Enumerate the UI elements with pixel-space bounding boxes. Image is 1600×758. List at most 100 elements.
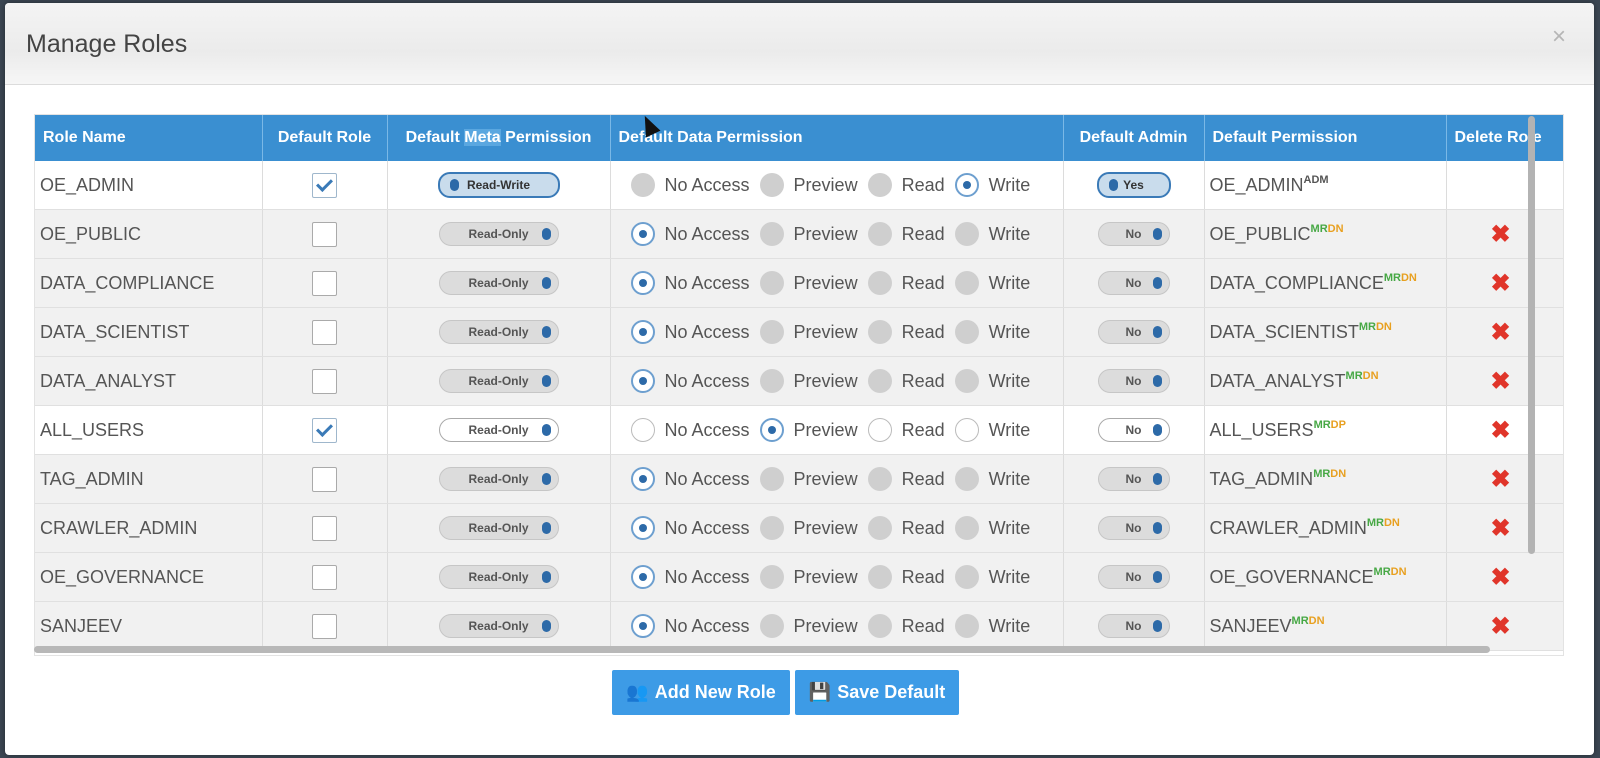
meta-permission-toggle[interactable]: Read-Only <box>438 516 559 540</box>
admin-toggle[interactable]: No <box>1097 565 1170 589</box>
radio-write[interactable] <box>954 516 979 540</box>
delete-role-icon[interactable]: ✖ <box>1490 613 1510 640</box>
radio-preview[interactable] <box>759 369 784 393</box>
delete-role-icon[interactable]: ✖ <box>1490 221 1510 248</box>
radio-read[interactable] <box>867 418 892 442</box>
radio-preview[interactable] <box>759 222 784 246</box>
radio-option-no-access[interactable]: No Access <box>630 565 750 589</box>
radio-option-preview[interactable]: Preview <box>759 418 858 442</box>
default-role-checkbox[interactable] <box>312 270 337 296</box>
radio-option-read[interactable]: Read <box>867 173 945 197</box>
default-role-checkbox[interactable] <box>312 417 337 443</box>
radio-option-read[interactable]: Read <box>867 369 945 393</box>
add-new-role-button[interactable]: 👥 Add New Role <box>612 670 790 715</box>
admin-toggle[interactable]: No <box>1097 320 1170 344</box>
radio-option-no-access[interactable]: No Access <box>630 369 750 393</box>
meta-permission-toggle[interactable]: Read-Only <box>438 467 559 491</box>
radio-option-read[interactable]: Read <box>867 271 945 295</box>
radio-option-no-access[interactable]: No Access <box>630 418 750 442</box>
save-default-button[interactable]: 💾 Save Default <box>795 670 959 715</box>
radio-option-no-access[interactable]: No Access <box>630 614 750 638</box>
radio-option-write[interactable]: Write <box>954 369 1030 393</box>
default-role-checkbox[interactable] <box>312 564 337 590</box>
meta-permission-toggle[interactable]: Read-Only <box>438 614 559 638</box>
radio-write[interactable] <box>954 173 979 197</box>
radio-no-access[interactable] <box>630 222 655 246</box>
radio-write[interactable] <box>954 614 979 638</box>
radio-no-access[interactable] <box>630 320 655 344</box>
radio-option-write[interactable]: Write <box>954 320 1030 344</box>
radio-option-read[interactable]: Read <box>867 467 945 491</box>
radio-write[interactable] <box>954 271 979 295</box>
radio-read[interactable] <box>867 614 892 638</box>
radio-write[interactable] <box>954 467 979 491</box>
radio-option-read[interactable]: Read <box>867 418 945 442</box>
radio-no-access[interactable] <box>630 614 655 638</box>
radio-option-no-access[interactable]: No Access <box>630 516 750 540</box>
radio-write[interactable] <box>954 222 979 246</box>
radio-option-write[interactable]: Write <box>954 467 1030 491</box>
admin-toggle[interactable]: No <box>1097 516 1170 540</box>
radio-option-preview[interactable]: Preview <box>759 369 858 393</box>
radio-no-access[interactable] <box>630 516 655 540</box>
horizontal-scrollbar[interactable] <box>34 646 1490 653</box>
default-role-checkbox[interactable] <box>312 515 337 541</box>
delete-role-icon[interactable]: ✖ <box>1490 466 1510 493</box>
radio-option-no-access[interactable]: No Access <box>630 271 750 295</box>
radio-preview[interactable] <box>759 565 784 589</box>
vertical-scrollbar[interactable] <box>1528 116 1535 554</box>
radio-option-no-access[interactable]: No Access <box>630 173 750 197</box>
delete-role-icon[interactable]: ✖ <box>1490 319 1510 346</box>
default-role-checkbox[interactable] <box>312 221 337 247</box>
default-role-checkbox[interactable] <box>312 613 337 639</box>
radio-option-preview[interactable]: Preview <box>759 173 858 197</box>
meta-permission-toggle[interactable]: Read-Write <box>437 172 560 198</box>
radio-option-preview[interactable]: Preview <box>759 467 858 491</box>
radio-option-preview[interactable]: Preview <box>759 271 858 295</box>
radio-read[interactable] <box>867 516 892 540</box>
delete-role-icon[interactable]: ✖ <box>1490 417 1510 444</box>
meta-permission-toggle[interactable]: Read-Only <box>438 222 559 246</box>
radio-option-read[interactable]: Read <box>867 516 945 540</box>
col-default-admin[interactable]: Default Admin <box>1063 115 1205 161</box>
radio-option-read[interactable]: Read <box>867 320 945 344</box>
radio-preview[interactable] <box>759 173 784 197</box>
radio-no-access[interactable] <box>630 418 655 442</box>
radio-option-preview[interactable]: Preview <box>759 222 858 246</box>
close-icon[interactable]: × <box>1552 23 1566 51</box>
radio-preview[interactable] <box>759 271 784 295</box>
radio-option-write[interactable]: Write <box>954 614 1030 638</box>
radio-read[interactable] <box>867 222 892 246</box>
admin-toggle[interactable]: No <box>1097 271 1170 295</box>
radio-no-access[interactable] <box>630 173 655 197</box>
admin-toggle[interactable]: No <box>1097 369 1170 393</box>
radio-option-write[interactable]: Write <box>954 418 1030 442</box>
col-role-name[interactable]: Role Name <box>35 115 263 161</box>
delete-role-icon[interactable]: ✖ <box>1490 368 1510 395</box>
col-default-permission[interactable]: Default Permission <box>1204 115 1447 161</box>
radio-preview[interactable] <box>759 320 784 344</box>
radio-no-access[interactable] <box>630 565 655 589</box>
radio-read[interactable] <box>867 565 892 589</box>
delete-role-icon[interactable]: ✖ <box>1490 564 1510 591</box>
delete-role-icon[interactable]: ✖ <box>1490 515 1510 542</box>
radio-read[interactable] <box>867 320 892 344</box>
col-default-meta-permission[interactable]: Default Meta Permission <box>387 115 611 161</box>
radio-option-preview[interactable]: Preview <box>759 320 858 344</box>
radio-preview[interactable] <box>759 614 784 638</box>
radio-option-no-access[interactable]: No Access <box>630 222 750 246</box>
radio-read[interactable] <box>867 467 892 491</box>
radio-write[interactable] <box>954 565 979 589</box>
default-role-checkbox[interactable] <box>312 319 337 345</box>
radio-option-preview[interactable]: Preview <box>759 516 858 540</box>
meta-permission-toggle[interactable]: Read-Only <box>438 565 559 589</box>
radio-write[interactable] <box>954 320 979 344</box>
radio-option-read[interactable]: Read <box>867 222 945 246</box>
radio-no-access[interactable] <box>630 467 655 491</box>
radio-option-no-access[interactable]: No Access <box>630 320 750 344</box>
admin-toggle[interactable]: No <box>1097 418 1170 442</box>
delete-role-icon[interactable]: ✖ <box>1490 270 1510 297</box>
radio-no-access[interactable] <box>630 271 655 295</box>
radio-option-write[interactable]: Write <box>954 516 1030 540</box>
radio-read[interactable] <box>867 271 892 295</box>
